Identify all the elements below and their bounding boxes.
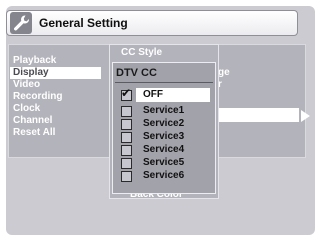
- dtv-option-service3[interactable]: Service3: [120, 130, 210, 144]
- cc-style-label: CC Style: [121, 47, 163, 58]
- dtv-option-off[interactable]: ✔ OFF: [120, 86, 210, 102]
- background-selection-bar: [207, 108, 299, 122]
- sidebar-item-channel[interactable]: Channel: [13, 115, 52, 127]
- checkbox[interactable]: [121, 145, 132, 156]
- option-label: Service2: [143, 118, 185, 129]
- checkbox[interactable]: [121, 158, 132, 169]
- sidebar-item-reset-all[interactable]: Reset All: [13, 127, 55, 139]
- dtv-option-service1[interactable]: Service1: [120, 104, 210, 118]
- dtv-option-service2[interactable]: Service2: [120, 117, 210, 131]
- option-label: Service5: [143, 157, 185, 168]
- wrench-icon: [10, 12, 32, 34]
- option-label: Service4: [143, 144, 185, 155]
- checkbox[interactable]: [121, 119, 132, 130]
- dtv-cc-header: DTV CC: [116, 67, 157, 79]
- divider: [115, 82, 213, 83]
- checkbox[interactable]: [121, 132, 132, 143]
- arrow-right-icon: [301, 110, 310, 122]
- page-title: General Setting: [39, 16, 128, 30]
- option-label: OFF: [143, 89, 163, 100]
- dtv-option-service6[interactable]: Service6: [120, 169, 210, 183]
- option-label: Service1: [143, 105, 185, 116]
- checkbox[interactable]: [121, 106, 132, 117]
- dtv-option-service5[interactable]: Service5: [120, 156, 210, 170]
- sidebar-item-video[interactable]: Video: [13, 79, 40, 91]
- dtv-option-service4[interactable]: Service4: [120, 143, 210, 157]
- background-menu-text: ge: [218, 67, 230, 78]
- option-label: Service3: [143, 131, 185, 142]
- checkbox[interactable]: [121, 171, 132, 182]
- sidebar-item-playback[interactable]: Playback: [13, 55, 56, 67]
- checkbox[interactable]: ✔: [121, 86, 132, 101]
- sidebar-item-clock[interactable]: Clock: [13, 103, 40, 115]
- check-icon: ✔: [121, 86, 132, 100]
- sidebar-item-display[interactable]: Display: [10, 67, 101, 79]
- title-bar: General Setting: [6, 10, 298, 36]
- sidebar-item-recording[interactable]: Recording: [13, 91, 62, 103]
- option-label: Service6: [143, 170, 185, 181]
